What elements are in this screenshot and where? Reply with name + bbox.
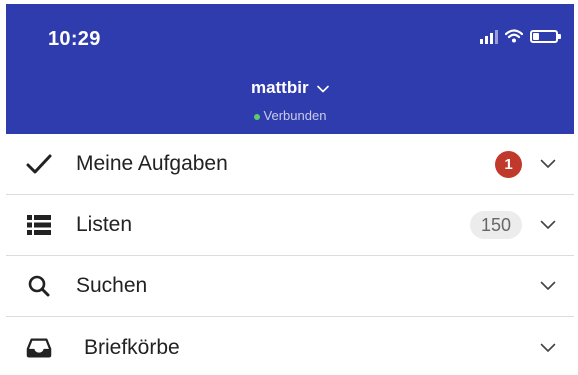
notification-badge: 1 xyxy=(495,150,522,178)
app-header: 10:29 mattbir Verbunden xyxy=(6,4,574,134)
menu-item-meine-aufgaben[interactable]: Meine Aufgaben 1 xyxy=(6,134,574,195)
connection-status-label: Verbunden xyxy=(263,108,327,123)
list-icon xyxy=(26,212,52,238)
chevron-down-icon[interactable] xyxy=(540,220,556,230)
menu-item-label: Suchen xyxy=(76,274,148,297)
checkmark-icon xyxy=(26,151,52,177)
menu-item-label: Briefkörbe xyxy=(84,335,180,359)
chevron-down-icon xyxy=(317,85,329,93)
account-name: mattbir xyxy=(250,78,309,97)
menu-item-label: Listen xyxy=(76,213,133,236)
status-time: 10:29 xyxy=(48,28,101,50)
cellular-signal-icon xyxy=(480,28,498,44)
search-icon xyxy=(26,273,52,299)
chevron-down-icon[interactable] xyxy=(540,343,556,353)
wifi-icon xyxy=(505,29,523,43)
connection-status: Verbunden xyxy=(6,108,574,123)
inbox-tray-icon xyxy=(26,335,52,361)
account-switcher[interactable]: mattbir xyxy=(6,78,574,98)
count-badge: 150 xyxy=(469,211,522,239)
chevron-down-icon[interactable] xyxy=(540,159,556,169)
menu-item-listen[interactable]: Listen 150 xyxy=(6,195,574,256)
menu-list: Meine Aufgaben 1 Listen 150 Suchen Brief… xyxy=(6,134,574,375)
status-bar: 10:29 xyxy=(6,4,574,74)
menu-item-label: Meine Aufgaben xyxy=(76,152,228,175)
menu-item-briefkoerbe[interactable]: Briefkörbe xyxy=(6,317,574,375)
status-icons xyxy=(480,28,561,44)
battery-icon xyxy=(530,29,561,43)
connected-dot-icon xyxy=(253,113,260,120)
menu-item-suchen[interactable]: Suchen xyxy=(6,256,574,317)
battery-level xyxy=(533,32,539,40)
chevron-down-icon[interactable] xyxy=(540,281,556,291)
